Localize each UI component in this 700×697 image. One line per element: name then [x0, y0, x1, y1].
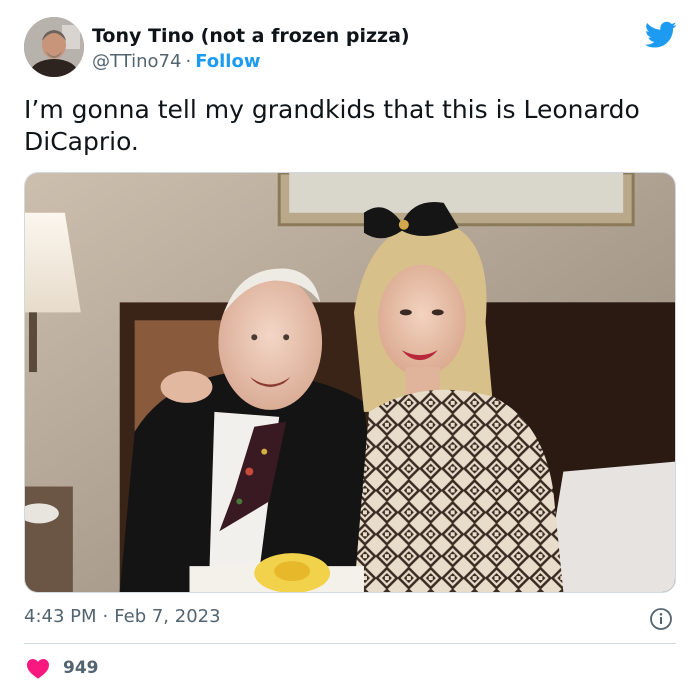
tweet-photo[interactable] [24, 172, 676, 593]
follow-link[interactable]: Follow [195, 51, 260, 72]
author-handle[interactable]: @TTino74 [92, 51, 181, 72]
handle-separator: · [185, 51, 192, 72]
info-icon[interactable] [649, 607, 673, 631]
tweet-date: Feb 7, 2023 [114, 606, 221, 627]
tweet-embed-card: Tony Tino (not a frozen pizza) @TTino74 ·… [0, 0, 700, 697]
twitter-bird-icon[interactable] [645, 21, 677, 49]
divider [24, 643, 676, 644]
heart-icon[interactable] [26, 657, 50, 679]
author-handle-row: @TTino74 · Follow [92, 50, 260, 74]
author-avatar[interactable] [24, 17, 84, 77]
like-count[interactable]: 949 [63, 656, 99, 680]
tweet-time: 4:43 PM [24, 606, 97, 627]
tweet-text: I’m gonna tell my grandkids that this is… [24, 95, 640, 156]
author-display-name[interactable]: Tony Tino (not a frozen pizza) [92, 24, 410, 48]
tweet-timestamp[interactable]: 4:43 PM · Feb 7, 2023 [24, 605, 221, 629]
timestamp-separator: · [102, 606, 109, 627]
